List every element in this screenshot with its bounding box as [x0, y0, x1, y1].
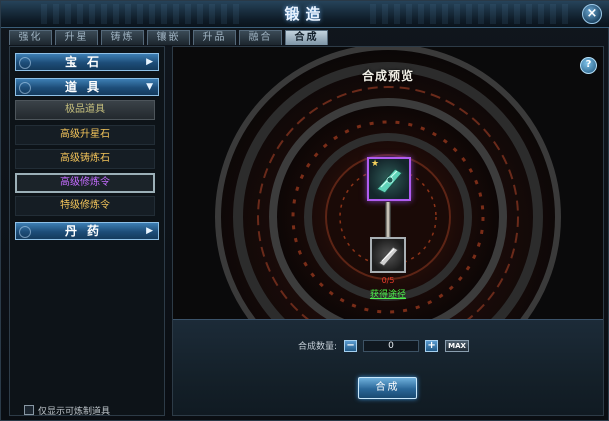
max-button[interactable]: MAX [445, 339, 470, 352]
category-panel: 宝石 ▶ 道具 ▼ 极品道具 高级升星石 高级铸炼石 高级修炼令 特级修炼令 丹… [9, 46, 165, 417]
compose-panel: ? 合成预览 ★ 0/5 获得途径 合成数量: − 0 + MAX 合成 [172, 46, 604, 416]
chevron-right-icon: ▶ [146, 57, 153, 67]
category-label: 宝石 [64, 55, 109, 69]
tab-fusion[interactable]: 融合 [239, 30, 282, 45]
tab-enhance[interactable]: 强化 [9, 30, 52, 45]
quantity-label: 合成数量: [298, 342, 338, 352]
scroll-token-icon [376, 168, 403, 194]
tab-star-up[interactable]: 升星 [55, 30, 98, 45]
tab-inlay[interactable]: 镶嵌 [147, 30, 190, 45]
preview-title: 合成预览 [361, 69, 414, 83]
quantity-input[interactable]: 0 [363, 339, 420, 352]
title-bar: 锻造 × [1, 1, 609, 28]
tab-upgrade[interactable]: 升品 [193, 30, 236, 45]
slot-connector [385, 202, 391, 237]
list-item[interactable]: 高级铸炼石 [15, 149, 155, 169]
compose-controls [173, 319, 603, 415]
filter-row: 仅显示可炼制道具 [24, 404, 111, 417]
tab-bar: 强化 升星 铸炼 镶嵌 升品 融合 合成 [9, 30, 328, 46]
category-gems[interactable]: 宝石 ▶ [15, 53, 159, 71]
chevron-right-icon: ▶ [146, 226, 153, 236]
material-item-slot[interactable] [370, 237, 406, 273]
list-item-selected[interactable]: 高级修炼令 [15, 173, 155, 193]
category-ornament-icon [19, 57, 31, 69]
tab-compose[interactable]: 合成 [285, 30, 328, 45]
window-title: 锻造 [284, 5, 327, 23]
tab-refine[interactable]: 铸炼 [101, 30, 144, 45]
chevron-down-icon: ▼ [146, 82, 153, 92]
group-header-premium[interactable]: 极品道具 [15, 100, 155, 120]
increase-button[interactable]: + [425, 339, 439, 352]
filter-checkbox[interactable] [24, 405, 34, 415]
category-items[interactable]: 道具 ▼ [15, 78, 159, 96]
list-item[interactable]: 特级修炼令 [15, 196, 155, 216]
compose-button[interactable]: 合成 [358, 377, 417, 399]
category-ornament-icon [19, 226, 31, 238]
obtain-method-link[interactable]: 获得途径 [333, 287, 443, 300]
token-material-icon [378, 246, 399, 267]
category-elixirs[interactable]: 丹药 ▶ [15, 222, 159, 240]
category-ornament-icon [19, 82, 31, 94]
category-label: 道具 [64, 80, 109, 94]
forge-window: 锻造 × 强化 升星 铸炼 镶嵌 升品 融合 合成 宝石 ▶ 道具 ▼ 极品道具… [0, 0, 609, 421]
list-item[interactable]: 高级升星石 [15, 125, 155, 145]
quantity-stepper: 合成数量: − 0 + MAX [298, 339, 470, 352]
material-count: 0/5 [381, 276, 395, 285]
category-label: 丹药 [64, 224, 109, 238]
filter-checkbox-label: 仅显示可炼制道具 [38, 406, 111, 417]
result-item-slot[interactable]: ★ [367, 157, 411, 201]
close-button[interactable]: × [582, 4, 602, 24]
decrease-button[interactable]: − [344, 339, 358, 352]
